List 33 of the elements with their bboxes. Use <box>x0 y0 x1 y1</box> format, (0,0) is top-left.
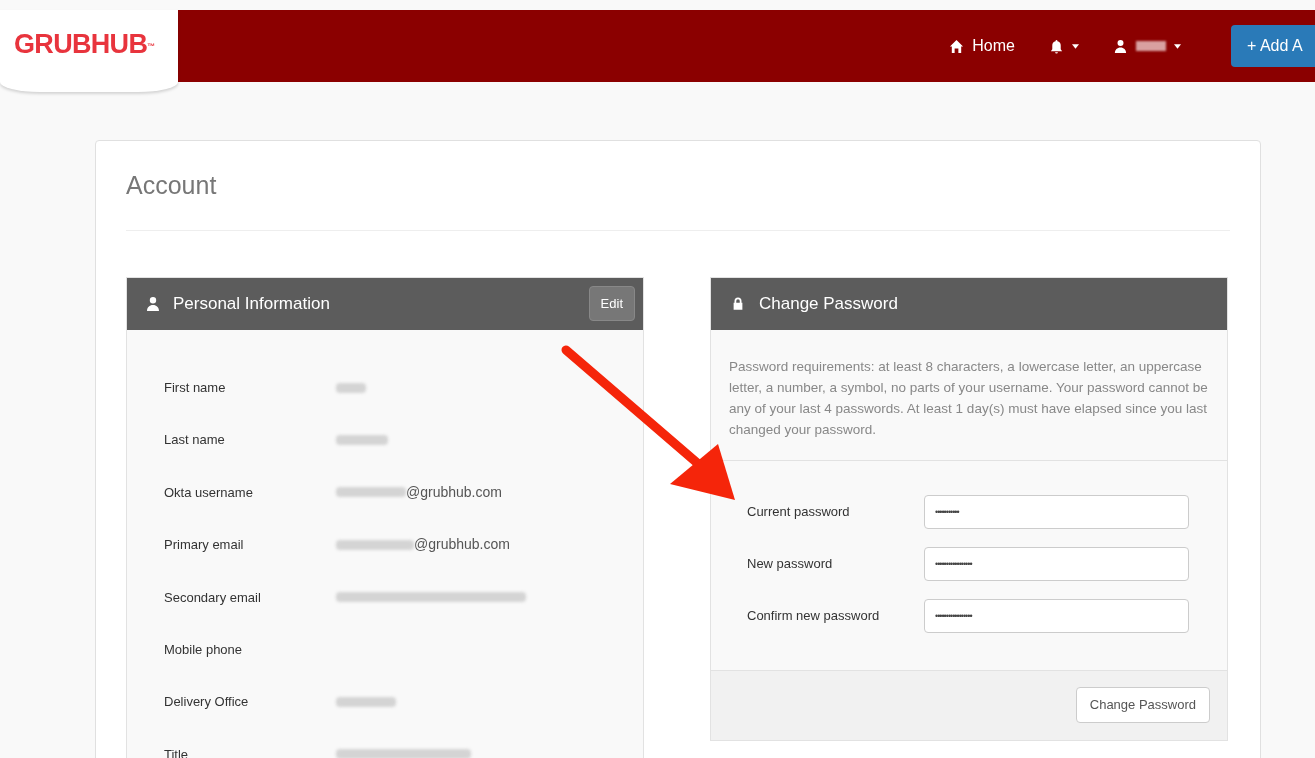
panel-title: Change Password <box>759 292 898 315</box>
bell-icon <box>1049 38 1064 54</box>
field-label: Okta username <box>164 483 254 502</box>
user-menu-button[interactable] <box>1113 38 1181 54</box>
home-link[interactable]: Home <box>949 34 1015 58</box>
field-value: @grubhub.com <box>414 535 510 555</box>
field-label: Confirm new password <box>747 606 881 625</box>
caret-icon <box>1174 43 1181 49</box>
user-icon <box>1113 38 1128 54</box>
add-button[interactable]: + Add A <box>1231 25 1315 67</box>
field-label: Title <box>164 745 190 758</box>
lock-icon <box>731 296 745 311</box>
page-title: Account <box>126 141 1230 231</box>
field-label: Mobile phone <box>164 640 244 659</box>
field-label: Last name <box>164 431 226 450</box>
panel-title: Personal Information <box>173 292 331 315</box>
field-label: Current password <box>747 502 851 521</box>
notifications-button[interactable] <box>1049 38 1079 54</box>
password-field[interactable]: ••••••••••••••••• <box>924 598 1189 633</box>
field-label: First name <box>164 378 227 397</box>
change-password-button[interactable]: Change Password <box>1075 687 1210 723</box>
field-label: New password <box>747 554 834 573</box>
password-field[interactable]: ••••••••••••••••• <box>924 546 1189 581</box>
user-icon <box>145 295 161 312</box>
field-label: Secondary email <box>164 588 262 607</box>
caret-icon <box>1072 43 1079 49</box>
field-value: @grubhub.com <box>406 482 502 502</box>
home-icon <box>949 38 965 54</box>
edit-button[interactable]: Edit <box>588 285 635 322</box>
password-field[interactable]: ••••••••••• <box>924 494 1189 529</box>
logo[interactable]: GRUBHUB$^{™}$ <box>14 29 155 59</box>
field-label: Primary email <box>164 536 245 555</box>
field-label: Delivery Office <box>164 693 250 712</box>
